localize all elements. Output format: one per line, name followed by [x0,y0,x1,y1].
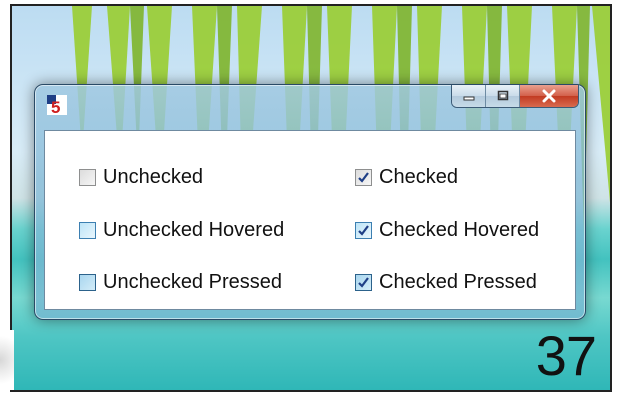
checkbox-checked-hovered[interactable]: Checked Hovered [355,219,539,241]
checkbox-label: Unchecked Pressed [103,270,282,293]
checkmark-icon [358,276,369,288]
checkbox-label: Checked [379,165,458,188]
checkbox-box-checked-hovered[interactable] [355,221,372,239]
checkbox-unchecked[interactable]: Unchecked [79,166,203,188]
app-5-icon: 5 [47,95,67,115]
checkbox-box-checked[interactable] [355,168,372,186]
minimize-button[interactable] [452,85,486,107]
thumbprint-decoration [0,330,14,390]
window-client-area: Unchecked Unchecked Hovered Unchecked Pr… [44,130,576,310]
checkbox-unchecked-hovered[interactable]: Unchecked Hovered [79,219,284,241]
checkbox-label: Unchecked [103,165,204,188]
checkbox-box-unchecked-pressed[interactable] [79,273,96,291]
minimize-icon [463,96,474,101]
caption-buttons [451,85,579,108]
close-icon [542,89,556,103]
checkbox-checked-pressed[interactable]: Checked Pressed [355,271,537,293]
svg-text:5: 5 [51,98,60,115]
checkbox-label: Unchecked Hovered [103,218,285,241]
checkbox-label: Checked Pressed [379,270,537,293]
checkbox-box-unchecked-hovered[interactable] [79,221,96,239]
checkbox-box-checked-pressed[interactable] [355,273,372,291]
checkbox-unchecked-pressed[interactable]: Unchecked Pressed [79,271,282,293]
page-number: 37 [535,324,597,387]
checkbox-demo-window: 5 Unchecked Unchecked Hovered Unchecked … [34,84,586,320]
checkmark-icon [358,171,369,183]
checkbox-checked[interactable]: Checked [355,166,458,188]
checkbox-box-unchecked[interactable] [79,168,96,186]
maximize-button[interactable] [486,85,520,107]
screenshot-frame: 5 Unchecked Unchecked Hovered Unchecked … [10,4,612,392]
close-button[interactable] [520,85,578,107]
restore-icon [497,90,508,101]
desktop-background: 5 Unchecked Unchecked Hovered Unchecked … [12,6,610,390]
checkmark-icon [358,224,369,236]
checkbox-label: Checked Hovered [379,218,540,241]
